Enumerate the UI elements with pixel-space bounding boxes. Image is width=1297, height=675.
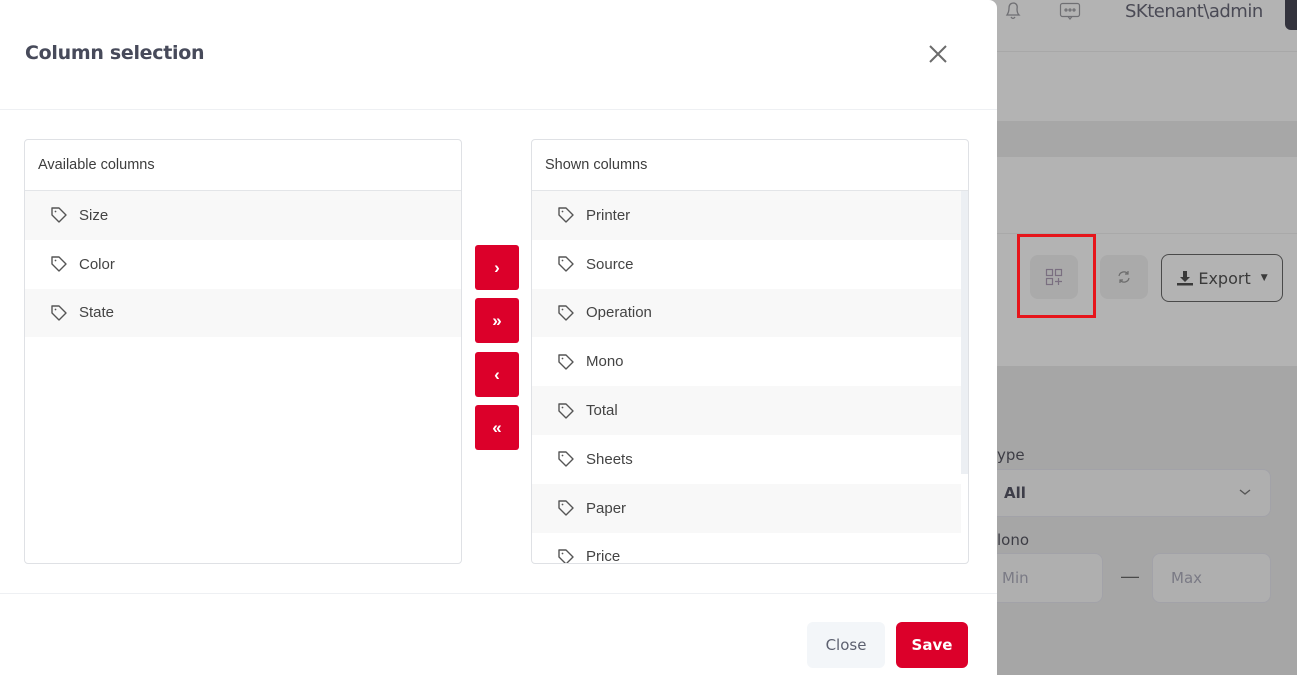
move-all-left-button[interactable]: « [475,405,519,450]
mono-min-input[interactable]: Min [983,553,1103,603]
column-selection-modal: Column selection Available columns Size C… [0,0,997,675]
tag-icon [558,305,574,321]
type-filter-value: All [1004,484,1026,502]
download-icon [1177,271,1194,286]
chat-icon[interactable] [1059,2,1085,26]
column-list-item[interactable]: Size [25,191,461,240]
column-label: Sheets [586,450,633,468]
refresh-icon [1118,271,1130,283]
column-list-item[interactable]: Printer [532,191,961,240]
available-columns-list[interactable]: Size Color State [25,191,461,563]
mono-max-placeholder: Max [1171,569,1203,587]
column-label: Source [586,255,634,273]
tag-icon [558,451,574,468]
shown-columns-header: Shown columns [532,140,968,191]
column-label: Total [586,402,618,420]
mono-filter-label: lono [997,531,1030,549]
column-list-item[interactable]: Price [532,533,961,563]
tag-icon [558,207,574,224]
tag-icon [558,402,574,419]
column-list-item[interactable]: State [25,288,461,338]
export-button[interactable]: Export ▼ [1161,254,1283,302]
type-filter-label: ype [997,446,1025,464]
shown-columns-panel: Shown columns Printer Source Operation Mono… [531,139,969,564]
column-label: Printer [586,206,631,224]
user-name[interactable]: SKtenant\admin [1125,1,1263,22]
column-label: Size [79,206,109,224]
close-button[interactable]: Close [807,622,885,668]
mono-max-input[interactable]: Max [1152,553,1271,603]
export-label: Export [1198,268,1251,288]
column-label: Color [79,255,115,273]
modal-header: Column selection [0,0,997,110]
modal-title: Column selection [25,42,205,64]
scrollbar[interactable] [961,191,968,474]
filter-panel [997,366,1297,675]
move-right-button[interactable]: › [475,245,519,290]
save-button[interactable]: Save [896,622,968,668]
column-label: Mono [586,353,624,371]
highlight-box [1017,234,1096,318]
column-label: State [79,304,115,322]
tag-icon [51,207,67,224]
column-list-item[interactable]: Total [532,386,961,435]
tag-icon [558,549,574,563]
column-list-item[interactable]: Operation [532,288,961,338]
range-separator: — [1121,566,1139,586]
user-menu-button[interactable] [1285,0,1297,30]
type-filter-select[interactable]: All [983,469,1271,517]
column-label: Operation [586,304,652,322]
tag-icon [558,354,574,370]
column-label: Price [586,548,621,563]
available-columns-panel: Available columns Size Color State [24,139,462,564]
tag-icon [51,256,67,272]
bell-icon[interactable] [1002,0,1028,24]
column-list-item[interactable]: Sheets [532,435,961,484]
column-label: Paper [586,499,627,517]
tag-icon [558,500,574,516]
column-list-item[interactable]: Mono [532,337,961,386]
column-list-item[interactable]: Source [532,240,961,289]
move-left-button[interactable]: ‹ [475,352,519,397]
column-list-item[interactable]: Paper [532,483,961,533]
shown-columns-list[interactable]: Printer Source Operation Mono Total Sheets Pap… [532,191,961,563]
chevron-down-icon [1238,484,1252,500]
refresh-button[interactable] [1100,255,1148,299]
page-section-band [997,121,1297,157]
tag-icon [558,256,574,272]
caret-down-icon: ▼ [1260,273,1268,283]
move-all-right-button[interactable]: » [475,298,519,343]
modal-footer-divider [0,593,997,594]
column-list-item[interactable]: Color [25,240,461,289]
tag-icon [51,305,67,321]
available-columns-header: Available columns [25,140,461,191]
close-icon[interactable] [925,41,951,67]
top-bar: SKtenant\admin [997,0,1297,52]
mono-min-placeholder: Min [1002,569,1029,587]
